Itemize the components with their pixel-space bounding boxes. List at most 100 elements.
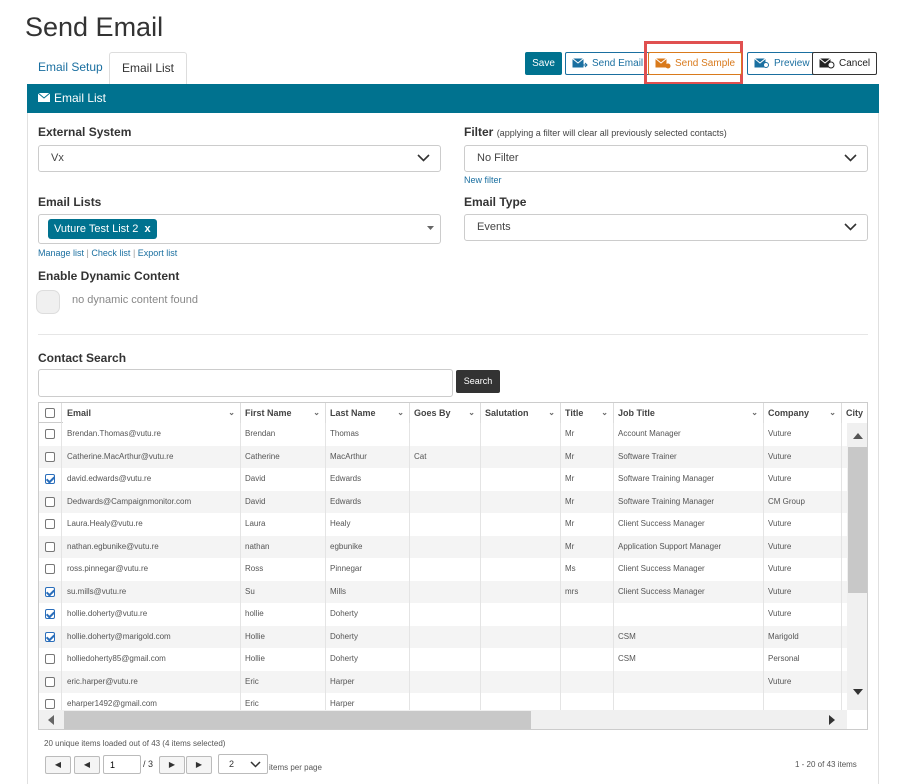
column-header-title[interactable]: Title ⌄ bbox=[561, 403, 614, 423]
row-checkbox[interactable] bbox=[45, 609, 55, 619]
column-header-last-name[interactable]: Last Name ⌄ bbox=[326, 403, 410, 423]
cell-goes-by bbox=[410, 490, 481, 513]
send-email-button[interactable]: Send Email bbox=[565, 52, 651, 75]
prev-page-button[interactable]: ◀ bbox=[74, 756, 100, 774]
row-checkbox[interactable] bbox=[45, 654, 55, 664]
save-button[interactable]: Save bbox=[525, 52, 562, 75]
row-checkbox[interactable] bbox=[45, 519, 55, 529]
dynamic-content-toggle[interactable] bbox=[36, 290, 60, 314]
list-links: Manage list | Check list | Export list bbox=[38, 248, 177, 258]
table-row[interactable]: Catherine.MacArthur@vutu.re Catherine MacA… bbox=[39, 445, 847, 468]
column-divider bbox=[61, 535, 62, 558]
column-menu-icon[interactable]: ⌄ bbox=[751, 403, 758, 423]
table-row[interactable]: nathan.egbunike@vutu.re nathan egbunike Mr A… bbox=[39, 535, 847, 558]
external-system-select[interactable]: Vx bbox=[38, 145, 441, 172]
email-lists-select[interactable]: Vuture Test List 2 x bbox=[38, 214, 441, 244]
row-checkbox[interactable] bbox=[45, 676, 55, 687]
row-checkbox[interactable] bbox=[45, 631, 55, 642]
cell-title: Mr bbox=[561, 535, 614, 558]
column-menu-icon[interactable]: ⌄ bbox=[313, 403, 320, 423]
email-type-select[interactable]: Events bbox=[464, 214, 868, 241]
cell-last-name: MacArthur bbox=[326, 445, 410, 468]
cell-title: Mr bbox=[561, 513, 614, 536]
table-row[interactable]: holliedoherty85@gmail.com Hollie Doherty CS… bbox=[39, 648, 847, 671]
column-header-email[interactable]: Email ⌄ bbox=[63, 403, 241, 423]
table-row[interactable]: ross.pinnegar@vutu.re Ross Pinnegar Ms Clien… bbox=[39, 558, 847, 581]
row-checkbox[interactable] bbox=[45, 541, 55, 552]
table-row[interactable]: Brendan.Thomas@vutu.re Brendan Thomas Mr Acc… bbox=[39, 423, 847, 446]
column-menu-icon[interactable]: ⌄ bbox=[228, 403, 235, 423]
cell-goes-by bbox=[410, 535, 481, 558]
tab-email-setup[interactable]: Email Setup bbox=[26, 52, 115, 84]
cell-salutation bbox=[481, 423, 561, 446]
envelope-preview-icon bbox=[754, 58, 769, 68]
column-header-company[interactable]: Company ⌄ bbox=[764, 403, 842, 423]
vertical-scrollbar[interactable] bbox=[847, 423, 867, 710]
vertical-scroll-thumb[interactable] bbox=[848, 447, 867, 593]
select-all-checkbox[interactable] bbox=[45, 408, 55, 418]
first-page-button[interactable]: ◀ bbox=[45, 756, 71, 774]
column-header-first-name[interactable]: First Name ⌄ bbox=[241, 403, 326, 423]
column-menu-icon[interactable]: ⌄ bbox=[548, 403, 555, 423]
cell-goes-by bbox=[410, 558, 481, 581]
new-filter-link[interactable]: New filter bbox=[464, 175, 502, 185]
table-row[interactable]: Dedwards@Campaignmonitor.com David Edwards… bbox=[39, 490, 847, 513]
page-size-select[interactable]: 2 bbox=[218, 754, 268, 774]
column-menu-icon[interactable]: ⌄ bbox=[829, 403, 836, 423]
table-row[interactable]: eharper1492@gmail.com Eric Harper bbox=[39, 693, 847, 710]
scroll-left-icon[interactable] bbox=[48, 715, 54, 725]
cell-email: eric.harper@vutu.re bbox=[63, 670, 241, 693]
manage-list-link[interactable]: Manage list bbox=[38, 248, 84, 258]
table-row[interactable]: hollie.doherty@marigold.com Hollie Doherty… bbox=[39, 625, 847, 648]
row-checkbox[interactable] bbox=[45, 474, 55, 484]
row-checkbox[interactable] bbox=[45, 429, 55, 439]
column-header-goes-by[interactable]: Goes By ⌄ bbox=[410, 403, 481, 423]
row-checkbox[interactable] bbox=[45, 451, 55, 462]
remove-tag-icon[interactable]: x bbox=[144, 223, 150, 235]
cell-last-name: Doherty bbox=[326, 625, 410, 648]
column-header-job-title[interactable]: Job Title ⌄ bbox=[614, 403, 764, 423]
row-checkbox[interactable] bbox=[45, 586, 55, 597]
column-header-label: City bbox=[846, 408, 864, 418]
scroll-up-icon[interactable] bbox=[853, 433, 863, 439]
table-row[interactable]: eric.harper@vutu.re Eric Harper Vuture bbox=[39, 670, 847, 693]
cancel-button[interactable]: Cancel bbox=[812, 52, 878, 75]
cell-first-name: Laura bbox=[241, 513, 326, 536]
filter-label-text: Filter bbox=[464, 125, 494, 139]
column-header-city[interactable]: City bbox=[842, 403, 867, 423]
row-checkbox[interactable] bbox=[45, 496, 55, 507]
external-system-value: Vx bbox=[51, 152, 64, 164]
column-divider bbox=[61, 490, 62, 513]
table-row[interactable]: su.mills@vutu.re Su Mills mrs Client Success… bbox=[39, 580, 847, 603]
check-list-link[interactable]: Check list bbox=[91, 248, 130, 258]
column-menu-icon[interactable]: ⌄ bbox=[397, 403, 404, 423]
preview-button[interactable]: Preview bbox=[747, 52, 817, 75]
scroll-right-icon[interactable] bbox=[829, 715, 835, 725]
list-tag: Vuture Test List 2 x bbox=[48, 219, 157, 239]
contact-search-input[interactable] bbox=[38, 369, 453, 397]
search-button[interactable]: Search bbox=[456, 370, 500, 393]
horizontal-scroll-thumb[interactable] bbox=[64, 711, 531, 729]
row-checkbox[interactable] bbox=[45, 699, 55, 709]
table-row[interactable]: david.edwards@vutu.re David Edwards Mr Softw… bbox=[39, 468, 847, 491]
tab-email-list[interactable]: Email List bbox=[109, 52, 188, 84]
row-checkbox[interactable] bbox=[45, 564, 55, 574]
cell-salutation bbox=[481, 558, 561, 581]
filter-select[interactable]: No Filter bbox=[464, 145, 868, 172]
send-sample-button[interactable]: Send Sample bbox=[648, 52, 743, 75]
page-input[interactable] bbox=[103, 755, 141, 774]
column-menu-icon[interactable]: ⌄ bbox=[601, 403, 608, 423]
last-page-button[interactable]: ▶ bbox=[186, 756, 212, 774]
scroll-down-icon[interactable] bbox=[853, 689, 863, 695]
cell-email: nathan.egbunike@vutu.re bbox=[63, 535, 241, 558]
cancel-label: Cancel bbox=[839, 58, 871, 69]
column-header-salutation[interactable]: Salutation ⌄ bbox=[481, 403, 561, 423]
table-row[interactable]: Laura.Healy@vutu.re Laura Healy Mr Client Su… bbox=[39, 513, 847, 536]
next-page-button[interactable]: ▶ bbox=[159, 756, 185, 774]
cell-company: Vuture bbox=[764, 535, 842, 558]
table-row[interactable]: hollie.doherty@vutu.re hollie Doherty Vutur… bbox=[39, 603, 847, 626]
export-list-link[interactable]: Export list bbox=[138, 248, 178, 258]
cell-first-name: David bbox=[241, 468, 326, 491]
column-menu-icon[interactable]: ⌄ bbox=[468, 403, 475, 423]
horizontal-scrollbar[interactable] bbox=[39, 710, 847, 729]
